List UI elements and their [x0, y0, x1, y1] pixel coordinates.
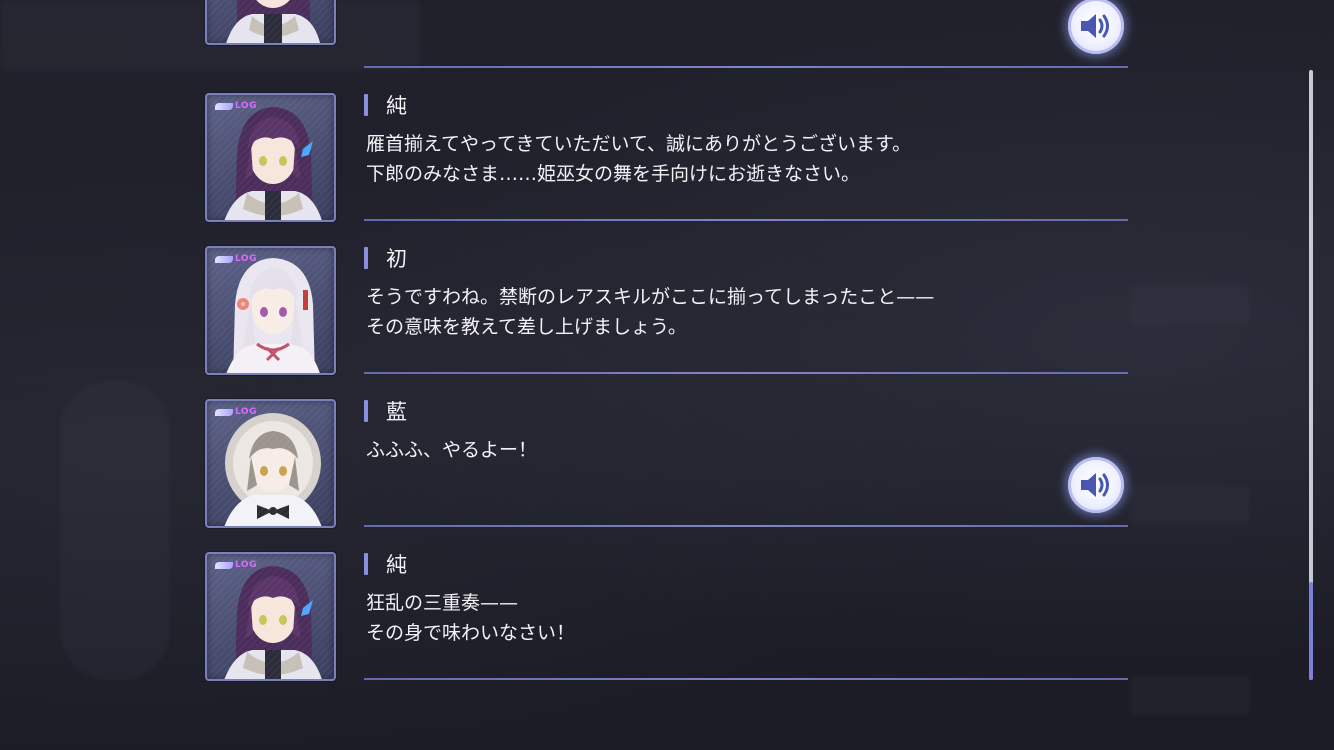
character-portrait: LOG [205, 552, 336, 681]
dialogue-line: そうですわね。禁断のレアスキルがここに揃ってしまったこと—— [366, 286, 935, 308]
dialogue-line: 狂乱の三重奏—— [366, 592, 519, 614]
scrollbar-thumb[interactable] [1309, 582, 1313, 680]
character-hatsu-portrait [226, 258, 320, 373]
log-entry: LOG 純 狂乱の三重奏—— その身で味わいなさい！ [0, 526, 1334, 681]
speaker-name: 純 [386, 553, 407, 577]
speaker-name: 純 [386, 94, 407, 118]
speaker-marker [364, 247, 368, 269]
voice-replay-button[interactable] [1068, 457, 1124, 513]
voice-replay-button[interactable] [1068, 0, 1124, 54]
log-tag: LOG [215, 254, 257, 264]
speaker-name: 藍 [386, 400, 407, 424]
character-jun-portrait [224, 566, 322, 679]
scrollbar[interactable] [1309, 70, 1313, 680]
log-tag: LOG [215, 101, 257, 111]
log-entry: LOG [0, 0, 1334, 68]
character-portrait: LOG [205, 399, 336, 528]
speaker-volume-icon [1081, 14, 1109, 38]
dialogue-line: 下郎のみなさま……姫巫女の舞を手向けにお逝きなさい。 [366, 163, 861, 185]
character-portrait: LOG [205, 0, 336, 45]
character-ai-portrait [224, 413, 322, 526]
speaker-name: 初 [386, 247, 407, 271]
dialogue-line: 雁首揃えてやってきていただいて、誠にありがとうございます。 [366, 133, 912, 155]
log-entry: LOG 初 そうですわね。禁断のレアスキルがここに揃ってしまったこと—— その意… [0, 220, 1334, 375]
log-entry: LOG 藍 ふふふ、やるよー！ [0, 373, 1334, 528]
character-jun-portrait [226, 0, 320, 43]
speaker-volume-icon [1081, 473, 1109, 497]
speaker-marker [364, 400, 368, 422]
character-portrait: LOG [205, 246, 336, 375]
log-screen: LOG L [0, 0, 1334, 750]
background-shape [1130, 675, 1250, 715]
log-tag: LOG [215, 560, 257, 570]
speaker-marker [364, 94, 368, 116]
speaker-marker [364, 553, 368, 575]
dialogue-line: ふふふ、やるよー！ [366, 439, 538, 461]
dialogue-line: その身で味わいなさい！ [366, 622, 576, 644]
character-jun-portrait [224, 107, 322, 220]
log-tag: LOG [215, 407, 257, 417]
dialogue-line: その意味を教えて差し上げましょう。 [366, 316, 687, 338]
character-portrait: LOG [205, 93, 336, 222]
log-entry: LOG 純 雁首揃えてやってきていただいて、誠にありがとうございます。 下郎のみ… [0, 67, 1334, 222]
entry-divider [364, 678, 1128, 680]
